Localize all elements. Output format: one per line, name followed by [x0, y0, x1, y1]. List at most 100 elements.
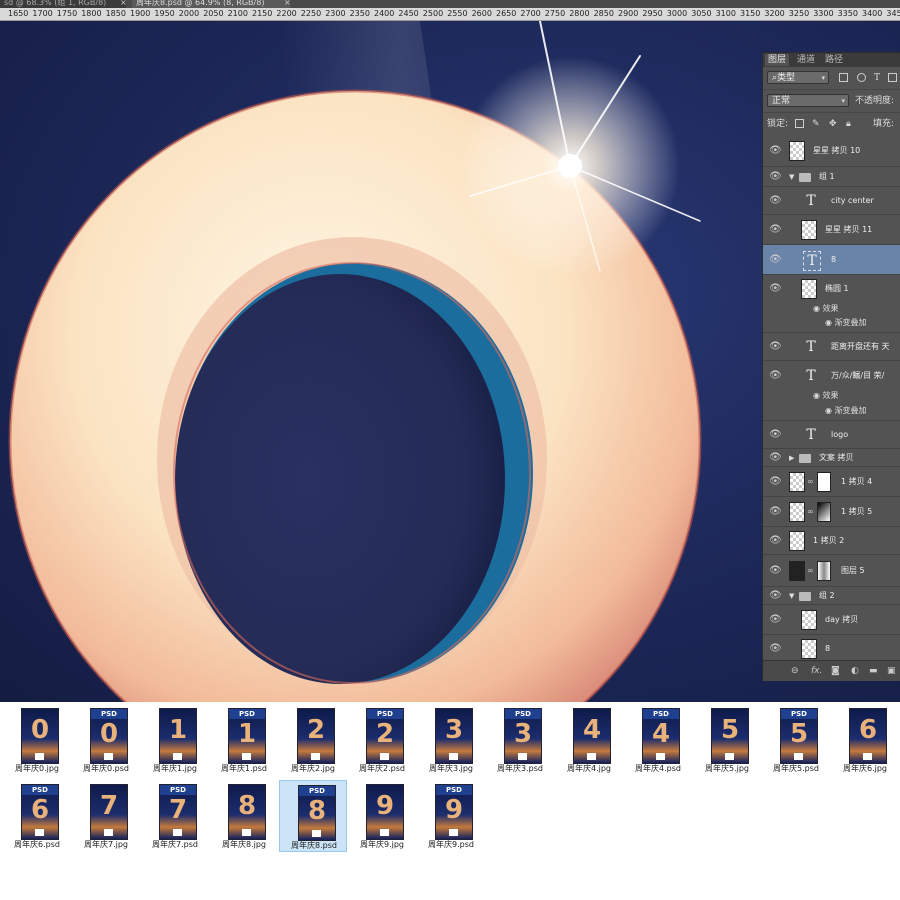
visibility-eye-icon[interactable]: 👁︎ [769, 429, 782, 441]
layer-row[interactable]: 👁︎ 椭圆 1 ◉ 效果 ◉ 渐变叠加 [763, 275, 900, 333]
file-item[interactable]: 6 周年庆6.jpg [831, 704, 899, 776]
lock-transparency-icon[interactable] [795, 119, 804, 128]
thumbnail-digit: 2 [306, 715, 326, 745]
chain-link-icon[interactable]: ∞ [807, 566, 814, 575]
image-filter-icon[interactable] [839, 73, 848, 82]
file-item[interactable]: PSD 3 周年庆3.psd [486, 704, 554, 776]
layer-row[interactable]: 👁︎ T 万/众/瞩/目 荣/ ◉ 效果 ◉ 渐变叠加 [763, 361, 900, 421]
layer-group-row[interactable]: 👁︎ ▼ 组 1 [763, 167, 900, 187]
fx-icon[interactable]: fx. [811, 665, 822, 677]
file-item[interactable]: 4 周年庆4.jpg [555, 704, 623, 776]
file-item[interactable]: 3 周年庆3.jpg [417, 704, 485, 776]
effect-item[interactable]: ◉ 渐变叠加 [825, 406, 867, 416]
close-tab-icon[interactable]: × [284, 0, 291, 8]
visibility-eye-icon[interactable]: 👁︎ [769, 476, 782, 488]
layer-row-selected[interactable]: 👁︎ T 8 [763, 245, 900, 275]
layer-mask-thumbnail[interactable] [817, 502, 831, 522]
layer-row[interactable]: 👁︎ T logo [763, 421, 900, 449]
collapse-triangle-icon[interactable]: ▶ [789, 453, 794, 463]
layer-row[interactable]: 👁︎ T city center [763, 187, 900, 215]
shape-filter-icon[interactable] [888, 73, 897, 82]
visibility-eye-icon[interactable]: 👁︎ [769, 565, 782, 577]
tab-paths[interactable]: 路径 [825, 54, 843, 66]
visibility-eye-icon[interactable]: 👁︎ [769, 341, 782, 353]
visibility-eye-icon[interactable]: 👁︎ [769, 643, 782, 655]
visibility-eye-icon[interactable]: 👁︎ [769, 254, 782, 266]
layer-mask-thumbnail[interactable] [817, 472, 831, 492]
layer-row[interactable]: 👁︎ 星星 拷贝 10 [763, 135, 900, 167]
file-item[interactable]: 9 周年庆9.jpg [348, 780, 416, 852]
visibility-eye-icon[interactable]: 👁︎ [769, 506, 782, 518]
close-tab-icon[interactable]: × [120, 0, 127, 8]
file-item[interactable]: 1 周年庆1.jpg [141, 704, 209, 776]
layer-row[interactable]: 👁︎ ∞ 图层 5 [763, 555, 900, 587]
file-item[interactable]: 2 周年庆2.jpg [279, 704, 347, 776]
layer-group-row[interactable]: 👁︎ ▶ 文案 拷贝 [763, 449, 900, 467]
opacity-label: 不透明度: [855, 96, 895, 106]
file-item[interactable]: PSD 9 周年庆9.psd [417, 780, 485, 852]
visibility-eye-icon[interactable]: 👁︎ [769, 145, 782, 157]
document-tab[interactable]: sd @ 68.3% (组 1, RGB/8) [0, 0, 126, 8]
file-item[interactable]: 0 周年庆0.jpg [3, 704, 71, 776]
expand-triangle-icon[interactable]: ▼ [789, 591, 794, 601]
blend-mode-select[interactable]: 正常 ▾ [767, 94, 849, 107]
file-item[interactable]: 5 周年庆5.jpg [693, 704, 761, 776]
layer-row[interactable]: 👁︎ T 距离开盘还有 天 [763, 333, 900, 361]
layer-row[interactable]: 👁︎ 星星 拷贝 11 [763, 215, 900, 245]
file-item[interactable]: PSD 5 周年庆5.psd [762, 704, 830, 776]
visibility-eye-icon[interactable]: 👁︎ [769, 283, 782, 295]
thumbnail-digit: 3 [513, 719, 533, 749]
psd-badge: PSD [160, 785, 196, 795]
visibility-eye-icon[interactable]: 👁︎ [769, 195, 782, 207]
layer-row[interactable]: 👁︎ 8 [763, 635, 900, 663]
ruler-tick-label: 2900 [618, 9, 639, 18]
expand-triangle-icon[interactable]: ▼ [789, 172, 794, 182]
lock-brush-icon[interactable]: ✎ [812, 118, 820, 130]
layer-row[interactable]: 👁︎ ∞ 1 拷贝 5 [763, 497, 900, 527]
visibility-eye-icon[interactable]: 👁︎ [769, 535, 782, 547]
effect-item[interactable]: ◉ 渐变叠加 [825, 318, 867, 328]
file-item[interactable]: 8 周年庆8.jpg [210, 780, 278, 852]
visibility-eye-icon[interactable]: 👁︎ [769, 171, 782, 183]
new-layer-icon[interactable]: ▣ [887, 665, 896, 677]
ruler-tick-label: 1900 [130, 9, 151, 18]
folder-icon[interactable]: ▬ [869, 665, 878, 677]
file-item[interactable]: PSD 4 周年庆4.psd [624, 704, 692, 776]
qr-code [35, 753, 44, 760]
lock-move-icon[interactable]: ✥ [829, 118, 837, 130]
layer-row[interactable]: 👁︎ ∞ 1 拷贝 4 [763, 467, 900, 497]
chain-link-icon[interactable]: ∞ [807, 507, 814, 516]
file-item[interactable]: PSD 1 周年庆1.psd [210, 704, 278, 776]
file-item[interactable]: PSD 6 周年庆6.psd [3, 780, 71, 852]
visibility-eye-icon[interactable]: 👁︎ [769, 590, 782, 602]
lock-all-icon[interactable]: 🔒︎ [846, 118, 851, 130]
layer-row[interactable]: 👁︎ day 拷贝 [763, 605, 900, 635]
adjustment-icon[interactable]: ◐ [851, 665, 859, 677]
thumbnail-digit: 7 [99, 791, 119, 821]
tab-channels[interactable]: 通道 [797, 54, 815, 66]
layer-row[interactable]: 👁︎ 1 拷贝 2 [763, 527, 900, 555]
psd-badge: PSD [91, 709, 127, 719]
visibility-eye-icon[interactable]: 👁︎ [769, 370, 782, 382]
file-item[interactable]: PSD 7 周年庆7.psd [141, 780, 209, 852]
layer-group-row[interactable]: 👁︎ ▼ 组 2 [763, 587, 900, 605]
file-item[interactable]: 7 周年庆7.jpg [72, 780, 140, 852]
file-name: 周年庆1.psd [221, 764, 267, 773]
text-filter-icon[interactable]: T [874, 72, 880, 84]
file-item[interactable]: PSD 2 周年庆2.psd [348, 704, 416, 776]
visibility-eye-icon[interactable]: 👁︎ [769, 614, 782, 626]
tab-layers[interactable]: 图层 [765, 54, 790, 66]
mask-icon[interactable]: ◙ [831, 665, 840, 677]
filter-kind-select[interactable]: ⌕类型 ▾ [767, 71, 829, 84]
thumbnail-digit: 5 [789, 719, 809, 749]
chain-link-icon[interactable]: ∞ [807, 477, 814, 486]
file-item[interactable]: PSD 8 周年庆8.psd [279, 780, 347, 852]
layer-mask-thumbnail[interactable] [817, 561, 831, 581]
visibility-eye-icon[interactable]: 👁︎ [769, 224, 782, 236]
visibility-eye-icon[interactable]: 👁︎ [769, 452, 782, 464]
file-item[interactable]: PSD 0 周年庆0.psd [72, 704, 140, 776]
document-tab-active[interactable]: 周年庆8.psd @ 64.9% (8, RGB/8) [132, 0, 290, 8]
adjustment-filter-icon[interactable] [857, 73, 866, 82]
ruler-tick-label: 3050 [691, 9, 712, 18]
link-icon[interactable]: ⊖ [791, 665, 799, 677]
